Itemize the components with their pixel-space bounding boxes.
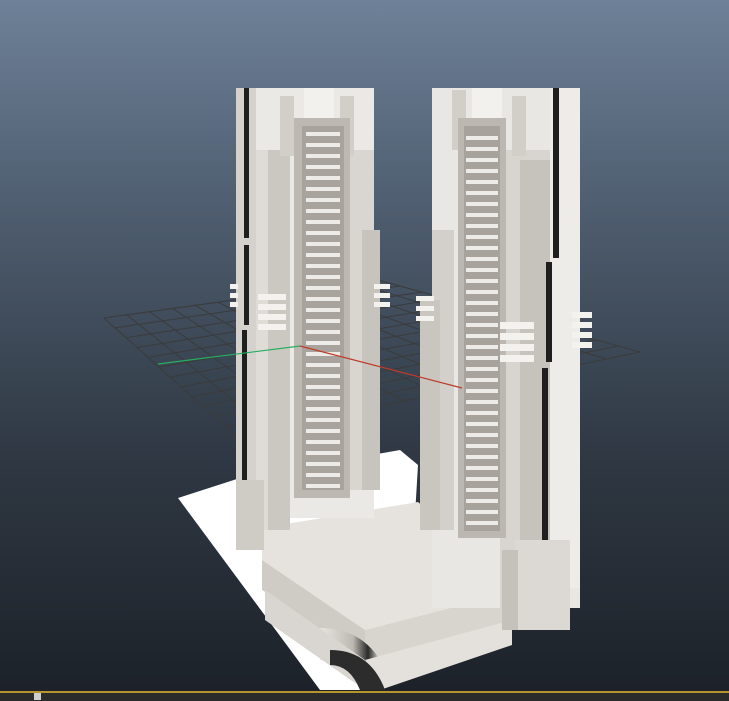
window-slat <box>466 367 498 371</box>
window-slat <box>306 231 340 235</box>
window-slat <box>306 330 340 334</box>
window-slat <box>306 176 340 180</box>
window-slat <box>466 279 498 283</box>
window-slat <box>466 180 498 184</box>
status-bar <box>0 691 729 701</box>
window-slat <box>466 499 498 503</box>
window-slat <box>306 297 340 301</box>
window-slat <box>306 319 340 323</box>
window-slat <box>306 253 340 257</box>
left-tower <box>230 88 390 550</box>
window-slat <box>306 275 340 279</box>
right-tower <box>416 88 592 630</box>
window-slat <box>466 488 498 492</box>
window-slat <box>306 308 340 312</box>
window-slat <box>306 220 340 224</box>
window-slat <box>306 187 340 191</box>
window-slat <box>306 363 340 367</box>
window-slat <box>306 385 340 389</box>
window-slat <box>306 198 340 202</box>
window-slat <box>306 286 340 290</box>
window-slat <box>466 334 498 338</box>
window-slat <box>306 242 340 246</box>
window-slat <box>306 473 340 477</box>
window-slat <box>466 290 498 294</box>
scene-canvas[interactable] <box>0 0 729 691</box>
window-slat <box>466 411 498 415</box>
window-slat <box>466 400 498 404</box>
window-slat <box>306 418 340 422</box>
window-slat <box>466 191 498 195</box>
window-slat <box>466 389 498 393</box>
window-slat <box>466 444 498 448</box>
window-slat <box>466 433 498 437</box>
window-slat <box>466 345 498 349</box>
window-slat <box>306 165 340 169</box>
window-slat <box>466 422 498 426</box>
window-slat <box>466 301 498 305</box>
window-slat <box>306 374 340 378</box>
window-slat <box>466 510 498 514</box>
window-slat <box>466 158 498 162</box>
window-slat <box>306 462 340 466</box>
window-slat <box>466 213 498 217</box>
window-slat <box>466 169 498 173</box>
window-slat <box>466 147 498 151</box>
file-icon <box>34 693 41 700</box>
window-slat <box>466 202 498 206</box>
window-slat <box>306 451 340 455</box>
window-slat <box>306 209 340 213</box>
window-slat <box>466 455 498 459</box>
window-slat <box>466 521 498 525</box>
window-slat <box>466 312 498 316</box>
window-slat <box>306 429 340 433</box>
window-slat <box>306 396 340 400</box>
window-slat <box>306 407 340 411</box>
window-slat <box>466 378 498 382</box>
window-slat <box>466 323 498 327</box>
window-slat <box>466 235 498 239</box>
window-slat <box>466 268 498 272</box>
window-slat <box>306 132 340 136</box>
window-slat <box>466 136 498 140</box>
window-slat <box>306 154 340 158</box>
window-slat <box>466 477 498 481</box>
window-slat <box>466 246 498 250</box>
window-slat <box>306 440 340 444</box>
window-slat <box>306 341 340 345</box>
window-slat <box>306 264 340 268</box>
window-slat <box>466 356 498 360</box>
window-slat <box>306 143 340 147</box>
window-slat <box>466 257 498 261</box>
3d-viewport[interactable] <box>0 0 729 701</box>
window-slat <box>306 484 340 488</box>
window-slat <box>466 224 498 228</box>
window-slat <box>466 466 498 470</box>
